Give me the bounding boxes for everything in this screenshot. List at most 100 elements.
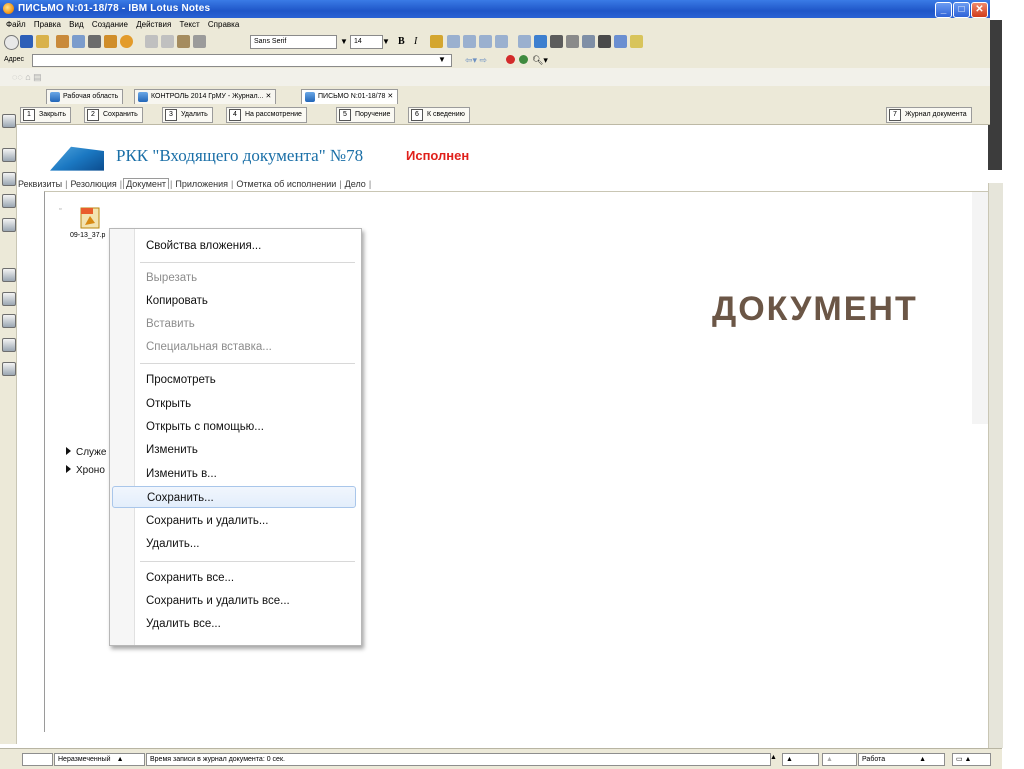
- open-icon[interactable]: [36, 35, 49, 48]
- cut-icon[interactable]: [145, 35, 158, 48]
- vertical-scrollbar[interactable]: [988, 183, 1003, 748]
- menu-item-open-with[interactable]: Открыть с помощью...: [112, 416, 356, 438]
- tab-control-journal[interactable]: КОНТРОЛЬ 2014 ГрМУ - Журнал... ✕: [134, 89, 277, 105]
- close-button[interactable]: ✕: [971, 2, 988, 18]
- menu-item-delete-all[interactable]: Удалить все...: [112, 613, 356, 635]
- align-icon[interactable]: [479, 35, 492, 48]
- menu-help[interactable]: Справка: [208, 20, 239, 29]
- attach-icon[interactable]: [566, 35, 579, 48]
- database-icon[interactable]: [2, 268, 16, 282]
- mail-status-icon[interactable]: ▭ ▲: [952, 753, 991, 766]
- database-icon[interactable]: [2, 362, 16, 376]
- menu-file[interactable]: Файл: [6, 20, 26, 29]
- contacts-icon[interactable]: [2, 172, 16, 186]
- menu-item-edit[interactable]: Изменить: [112, 439, 356, 461]
- forward-icon[interactable]: [72, 35, 85, 48]
- paste-special-icon[interactable]: [193, 35, 206, 48]
- menu-item-paste-special[interactable]: Специальная вставка...: [112, 336, 356, 358]
- home-icon[interactable]: [4, 35, 19, 50]
- menu-item-save-and-delete-all[interactable]: Сохранить и удалить все...: [112, 590, 356, 612]
- indent-icon[interactable]: [495, 35, 508, 48]
- close-icon[interactable]: ✕: [265, 93, 271, 100]
- tab-workspace[interactable]: Рабочая область: [46, 89, 124, 105]
- assign-action-button[interactable]: 5 Поручение: [336, 107, 396, 123]
- menu-text[interactable]: Текст: [180, 20, 200, 29]
- todo-icon[interactable]: [2, 194, 16, 208]
- save-icon[interactable]: [20, 35, 33, 48]
- menu-item-save[interactable]: Сохранить...: [112, 486, 356, 508]
- bookmark-icon[interactable]: ◌◌ ⌂ ▤: [12, 72, 42, 83]
- menu-item-properties[interactable]: Свойства вложения...: [112, 235, 356, 257]
- minimize-button[interactable]: _: [935, 2, 952, 18]
- stop-icon[interactable]: [506, 55, 515, 64]
- attachment-filename[interactable]: 09-13_37.p: [70, 232, 105, 239]
- security-status-icon[interactable]: ▲: [822, 753, 857, 766]
- table-icon[interactable]: [550, 35, 563, 48]
- bold-button[interactable]: B: [398, 36, 405, 47]
- menu-edit[interactable]: Правка: [34, 20, 61, 29]
- menu-item-open[interactable]: Открыть: [112, 393, 356, 415]
- menu-item-delete[interactable]: Удалить...: [112, 533, 356, 555]
- status-indicator[interactable]: [22, 753, 53, 766]
- maximize-button[interactable]: □: [953, 2, 970, 18]
- database-icon[interactable]: [2, 314, 16, 328]
- database-icon[interactable]: [2, 338, 16, 352]
- spellcheck-icon[interactable]: [614, 35, 627, 48]
- database-icon[interactable]: [2, 218, 16, 232]
- delete-action-button[interactable]: 3 Удалить: [162, 107, 213, 123]
- tab-case[interactable]: Дело: [343, 179, 368, 189]
- tab-document[interactable]: Документ: [123, 178, 170, 189]
- chevron-up-icon[interactable]: ▲: [770, 754, 777, 761]
- section-service[interactable]: Служе: [66, 447, 106, 458]
- close-action-button[interactable]: 1 Закрыть: [20, 107, 71, 123]
- database-icon[interactable]: [2, 292, 16, 306]
- chevron-down-icon[interactable]: ▼: [438, 52, 446, 68]
- menu-item-copy[interactable]: Копировать: [112, 290, 356, 312]
- menu-create[interactable]: Создание: [92, 20, 128, 29]
- tab-letter[interactable]: ПИСЬМО N:01-18/78 ✕: [301, 89, 399, 105]
- refresh-icon[interactable]: [519, 55, 528, 64]
- link-icon[interactable]: [582, 35, 595, 48]
- tab-requisites[interactable]: Реквизиты: [16, 179, 64, 189]
- collapse-icon[interactable]: ▫: [59, 206, 61, 213]
- mail-icon[interactable]: [2, 148, 16, 162]
- menu-item-edit-in[interactable]: Изменить в...: [112, 463, 356, 485]
- menu-item-view[interactable]: Просмотреть: [112, 369, 356, 391]
- paragraph-icon[interactable]: [518, 35, 531, 48]
- user-icon[interactable]: [120, 35, 133, 48]
- tab-resolution[interactable]: Резолюция: [68, 179, 118, 189]
- menu-item-save-all[interactable]: Сохранить все...: [112, 567, 356, 589]
- section-chronology[interactable]: Хроно: [66, 465, 105, 476]
- close-icon[interactable]: ✕: [387, 93, 393, 100]
- chevron-down-icon[interactable]: ▼: [382, 37, 390, 46]
- styles-icon[interactable]: [534, 35, 547, 48]
- tools-icon[interactable]: [104, 35, 117, 48]
- paste-icon[interactable]: [177, 35, 190, 48]
- numbering-icon[interactable]: [463, 35, 476, 48]
- location-status[interactable]: Работа ▲: [858, 753, 945, 766]
- find-icon[interactable]: [598, 35, 611, 48]
- highlight-icon[interactable]: [430, 35, 443, 48]
- menu-view[interactable]: Вид: [69, 20, 83, 29]
- menu-actions[interactable]: Действия: [136, 20, 171, 29]
- menu-item-cut[interactable]: Вырезать: [112, 267, 356, 289]
- print-icon[interactable]: [88, 35, 101, 48]
- tab-attachments[interactable]: Приложения: [173, 179, 230, 189]
- font-size-select[interactable]: 14: [350, 35, 383, 49]
- italic-button[interactable]: I: [414, 36, 417, 47]
- tab-execution-mark[interactable]: Отметка об исполнении: [234, 179, 338, 189]
- pdf-file-icon[interactable]: [80, 207, 100, 229]
- address-input[interactable]: [32, 54, 452, 67]
- back-icon[interactable]: ⇦▾ ⇨: [465, 52, 487, 68]
- menu-item-paste[interactable]: Вставить: [112, 313, 356, 335]
- status-field-markup[interactable]: Неразмеченный ▲: [54, 753, 145, 766]
- edit-icon[interactable]: [56, 35, 69, 48]
- search-icon[interactable]: 🔍︎▾: [532, 52, 548, 68]
- font-name-select[interactable]: Sans Serif: [250, 35, 337, 49]
- copy-icon[interactable]: [161, 35, 174, 48]
- signature-status-icon[interactable]: ▲: [782, 753, 819, 766]
- image-icon[interactable]: [630, 35, 643, 48]
- inform-action-button[interactable]: 6 К сведению: [408, 107, 470, 123]
- chevron-down-icon[interactable]: ▼: [340, 37, 348, 46]
- document-journal-button[interactable]: 7 Журнал документа: [886, 107, 972, 123]
